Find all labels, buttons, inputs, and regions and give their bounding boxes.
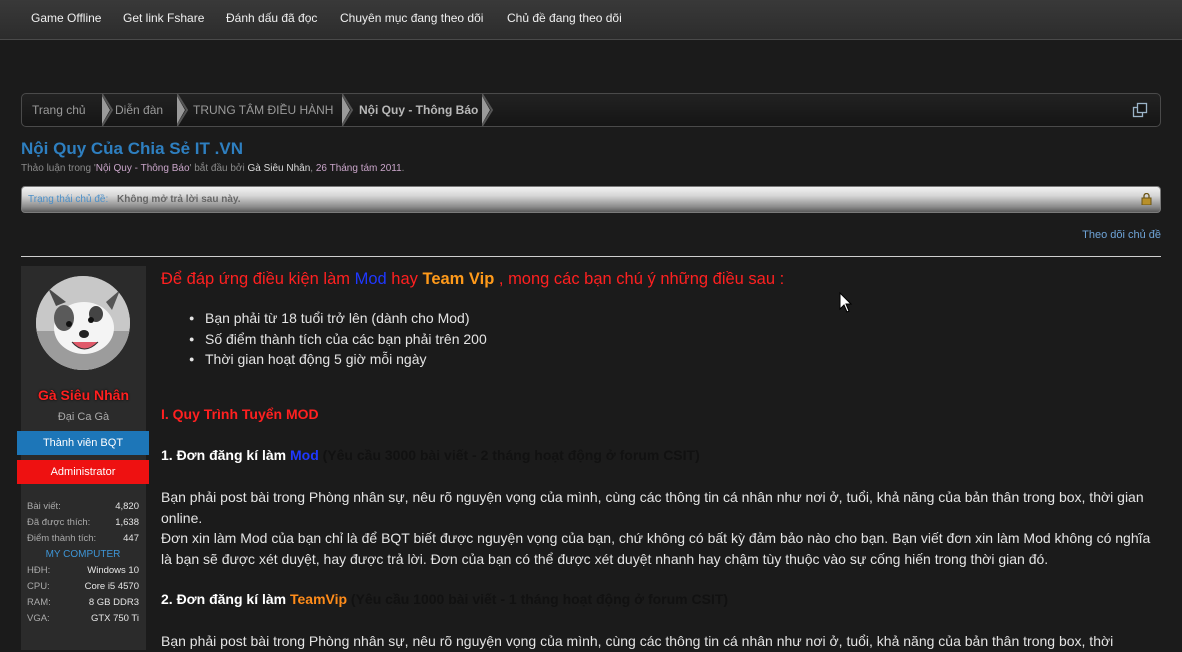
stat-label: Điểm thành tích: [27, 533, 97, 544]
paragraph: Đơn xin làm Mod của bạn chỉ là để BQT bi… [161, 530, 1151, 567]
requirements-list: Bạn phải từ 18 tuổi trở lên (dành cho Mo… [189, 308, 487, 370]
stat-value: 1,638 [115, 517, 139, 528]
stat-value[interactable]: 4,820 [115, 501, 139, 512]
nav-followed-forums[interactable]: Chuyên mục đang theo dõi [340, 11, 483, 25]
spec-value: Windows 10 [87, 565, 139, 576]
list-item: Số điểm thành tích của các bạn phải trên… [189, 329, 487, 350]
spec-ram: RAM: 8 GB DDR3 [27, 597, 139, 613]
crumb-home[interactable]: Trang chủ [32, 94, 86, 126]
meta-prefix: Thảo luận trong ' [21, 163, 96, 174]
step-role: Mod [289, 447, 319, 463]
status-label: Trạng thái chủ đề: [28, 194, 109, 205]
stat-value[interactable]: 447 [123, 533, 139, 544]
crumb-admin-center[interactable]: TRUNG TÂM ĐIỀU HÀNH [193, 94, 333, 126]
step-2-heading: 2. Đơn đăng kí làm TeamVip (Yêu cầu 1000… [161, 591, 728, 607]
headline-mod: Mod [354, 270, 387, 288]
jump-to-icon[interactable] [1132, 102, 1148, 118]
step-role: TeamVip [289, 591, 348, 607]
user-title: Đại Ca Gà [57, 411, 110, 423]
stat-label: Bài viết: [27, 501, 61, 512]
thread-title: Nội Quy Của Chia Sẻ IT .VN [21, 139, 243, 158]
thread-meta: Thảo luận trong 'Nội Quy - Thông Báo' bắ… [21, 163, 405, 174]
step-text: 2. Đơn đăng kí làm [161, 591, 290, 607]
post-headline: Để đáp ứng điều kiện làm Mod hay Team Vi… [161, 270, 784, 289]
status-value: Không mở trả lời sau này. [117, 194, 241, 205]
meta-date-link[interactable]: 26 Tháng tám 2011 [316, 163, 402, 174]
headline-text: Để đáp ứng điều kiện làm [161, 270, 355, 288]
user-stats: Bài viết: 4,820 Đã được thích: 1,638 Điểm … [27, 501, 139, 629]
avatar[interactable] [36, 276, 130, 370]
paragraph: Bạn phải post bài trong Phòng nhân sự, n… [161, 633, 1114, 649]
crumb-separator-icon [482, 94, 494, 126]
mouse-cursor-icon [839, 292, 853, 313]
spec-cpu: CPU: Core i5 4570 [27, 581, 139, 597]
thread-status-bar: Trạng thái chủ đề: Không mở trả lời sau … [21, 186, 1161, 213]
crumb-forums[interactable]: Diễn đàn [115, 94, 163, 126]
crumb-separator-icon [177, 94, 189, 126]
nav-get-link-fshare[interactable]: Get link Fshare [123, 11, 204, 25]
spec-value: 8 GB DDR3 [88, 597, 139, 608]
nav-game-offline[interactable]: Game Offline [31, 11, 101, 25]
my-computer-heading: MY COMPUTER [45, 549, 121, 560]
spec-label: HĐH: [27, 565, 51, 576]
spec-label: VGA: [27, 613, 50, 624]
username[interactable]: Gà Siêu Nhân [21, 387, 146, 403]
step-requirement: (Yêu cầu 3000 bài viết - 2 tháng hoạt độ… [318, 447, 700, 463]
headline-text: hay [386, 270, 423, 288]
headline-text: , mong các bạn chú ý những điều sau : [494, 270, 785, 288]
crumb-current[interactable]: Nội Quy - Thông Báo [359, 94, 478, 126]
dog-avatar-image [36, 276, 130, 370]
spec-label: RAM: [27, 597, 51, 608]
crumb-separator-icon [342, 94, 354, 126]
headline-vip: Team Vip [422, 270, 495, 288]
nav-mark-read[interactable]: Đánh dấu đã đọc [226, 11, 317, 25]
list-item: Thời gian hoạt động 5 giờ mỗi ngày [189, 349, 487, 370]
stat-posts: Bài viết: 4,820 [27, 501, 139, 517]
section-title: I. Quy Trình Tuyển MOD [161, 406, 319, 422]
meta-mid: ' bắt đầu bởi [189, 163, 248, 174]
spec-vga: VGA: GTX 750 Ti [27, 613, 139, 629]
stat-likes: Đã được thích: 1,638 [27, 517, 139, 533]
spec-label: CPU: [27, 581, 50, 592]
spec-value: Core i5 4570 [84, 581, 139, 592]
divider [21, 256, 1161, 257]
meta-author-link[interactable]: Gà Siêu Nhân [247, 163, 310, 174]
admin-badge: Administrator [17, 460, 149, 484]
nav-followed-threads[interactable]: Chủ đề đang theo dõi [507, 11, 622, 25]
user-sidebar: Gà Siêu Nhân Đại Ca Gà Thành viên BQT Ad… [17, 266, 149, 650]
step-requirement: (Yêu cầu 1000 bài viết - 1 tháng hoạt độ… [347, 591, 729, 607]
lock-icon [1141, 193, 1152, 205]
spec-os: HĐH: Windows 10 [27, 565, 139, 581]
breadcrumb: Trang chủ Diễn đàn TRUNG TÂM ĐIỀU HÀNH N… [21, 93, 1161, 127]
meta-forum-link[interactable]: Nội Quy - Thông Báo [96, 163, 190, 174]
staff-badge: Thành viên BQT [17, 431, 149, 455]
spec-value: GTX 750 Ti [90, 613, 139, 624]
step-1-heading: 1. Đơn đăng kí làm Mod (Yêu cầu 3000 bài… [161, 447, 700, 463]
paragraph: Bạn phải post bài trong Phòng nhân sự, n… [161, 489, 1144, 526]
crumb-separator-icon [102, 94, 114, 126]
top-nav: Game Offline Get link Fshare Đánh dấu đã… [0, 0, 1182, 40]
follow-thread-link[interactable]: Theo dõi chủ đề [1082, 229, 1161, 241]
stat-points: Điểm thành tích: 447 [27, 533, 139, 549]
step-text: 1. Đơn đăng kí làm [161, 447, 290, 463]
list-item: Bạn phải từ 18 tuổi trở lên (dành cho Mo… [189, 308, 487, 329]
stat-label: Đã được thích: [27, 517, 91, 528]
